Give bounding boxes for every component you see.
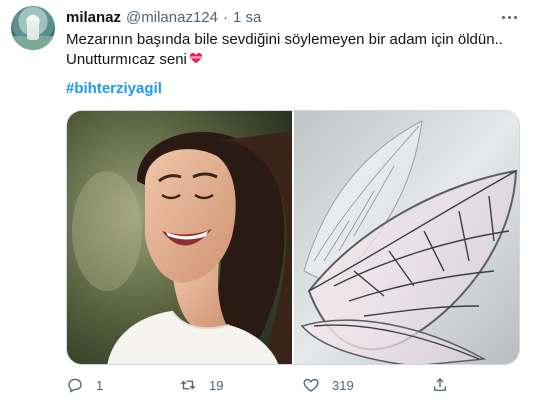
tweet-header: milanaz @milanaz124 · 1 sa [66,8,261,26]
separator-dot: · [222,8,228,26]
share-button[interactable] [431,373,449,397]
photo-laughing-woman[interactable] [67,111,292,364]
retweet-count: 19 [209,377,224,393]
more-options-icon[interactable] [499,8,519,26]
like-icon [303,378,319,392]
reply-icon [68,378,82,393]
reply-button[interactable]: 1 [66,373,103,397]
user-handle[interactable]: @milanaz124 [126,9,218,26]
retweet-button[interactable]: 19 [179,373,223,397]
reply-count: 1 [96,377,104,393]
share-icon [434,378,446,391]
photo-fairy-wings-graphic [294,111,519,364]
user-name[interactable]: milanaz [66,9,121,26]
tweet-text-line-2-wrap: Unutturmıcaz seni [66,50,516,70]
like-button[interactable]: 319 [302,373,354,397]
heart-with-ribbon-icon [189,53,202,64]
tweet-text-line-1: Mezarının başında bile sevdiğini söyleme… [66,31,503,48]
media-grid[interactable] [66,110,520,365]
hashtag-link[interactable]: #bihterziyagil [66,80,162,97]
photo-fairy-wings[interactable] [294,111,519,364]
avatar[interactable] [11,6,55,50]
timestamp[interactable]: 1 sa [233,9,261,26]
retweet-icon [180,380,196,390]
like-count: 319 [332,377,354,393]
tweet[interactable]: milanaz @milanaz124 · 1 sa Mezarının baş… [0,0,533,404]
tweet-text-line-2: Unutturmıcaz seni [66,51,187,68]
tweet-text: Mezarının başında bile sevdiğini söyleme… [66,30,516,70]
photo-laughing-woman-graphic [67,111,292,364]
tweet-actions: 1 19 319 [66,373,516,397]
